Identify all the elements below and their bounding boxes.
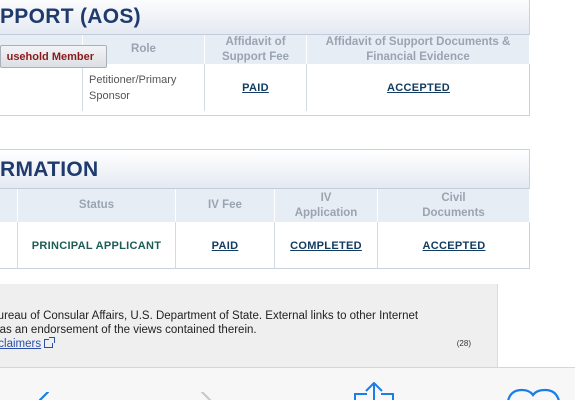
applicant-row-civil-documents-cell: ACCEPTED xyxy=(378,222,530,269)
iv-fee-link[interactable]: PAID xyxy=(212,240,239,252)
share-icon[interactable] xyxy=(352,382,396,400)
back-icon[interactable] xyxy=(34,392,54,400)
aos-panel-title: PPORT (AOS) xyxy=(0,0,529,35)
applicant-header-status: Status xyxy=(18,189,176,222)
aos-documents-link[interactable]: ACCEPTED xyxy=(387,82,450,94)
aos-header-documents: Affidavit of Support Documents & Financi… xyxy=(307,35,530,64)
household-member-button[interactable]: usehold Member xyxy=(0,45,107,68)
iv-application-link[interactable]: COMPLETED xyxy=(290,240,362,252)
bookmarks-icon[interactable] xyxy=(506,388,562,400)
applicant-row-name-cell xyxy=(0,222,18,269)
aos-header-fee: Affidavit of Support Fee xyxy=(205,35,307,64)
aos-row-member-cell xyxy=(0,64,83,111)
footer-line-2: d as an endorsement of the views contain… xyxy=(0,324,257,336)
applicant-status: PRINCIPAL APPLICANT xyxy=(31,239,162,252)
aos-row-fee-cell: PAID xyxy=(205,64,307,111)
browser-toolbar xyxy=(0,367,575,400)
applicant-header-iv-fee: IV Fee xyxy=(176,189,275,222)
disclaimers-link[interactable]: isclaimers xyxy=(0,338,41,350)
applicant-row-iv-application-cell: COMPLETED xyxy=(275,222,378,269)
footer-line-1: Bureau of Consular Affairs, U.S. Departm… xyxy=(0,310,419,322)
applicant-header-iv-application: IV Application xyxy=(275,189,378,222)
forward-icon[interactable] xyxy=(196,392,216,400)
applicant-header-name-cell xyxy=(0,189,18,222)
page-counter: (28) xyxy=(456,339,471,348)
applicant-panel: RMATION Status IV Fee IV Application Civ… xyxy=(0,149,530,269)
applicant-header-civil-documents: Civil Documents xyxy=(378,189,530,222)
applicant-table: Status IV Fee IV Application Civil Docum… xyxy=(0,189,530,270)
applicant-row-status-cell: PRINCIPAL APPLICANT xyxy=(18,222,176,269)
aos-row-documents-cell: ACCEPTED xyxy=(307,64,530,111)
applicant-row-iv-fee-cell: PAID xyxy=(176,222,275,269)
footer-text: Bureau of Consular Affairs, U.S. Departm… xyxy=(0,309,480,351)
aos-fee-link[interactable]: PAID xyxy=(242,82,269,94)
external-link-icon xyxy=(44,337,56,348)
page-footer: Bureau of Consular Affairs, U.S. Departm… xyxy=(0,284,498,367)
aos-row-role: Petitioner/Primary Sponsor xyxy=(83,64,205,111)
civil-documents-link[interactable]: ACCEPTED xyxy=(423,240,486,252)
applicant-panel-title: RMATION xyxy=(0,150,529,189)
